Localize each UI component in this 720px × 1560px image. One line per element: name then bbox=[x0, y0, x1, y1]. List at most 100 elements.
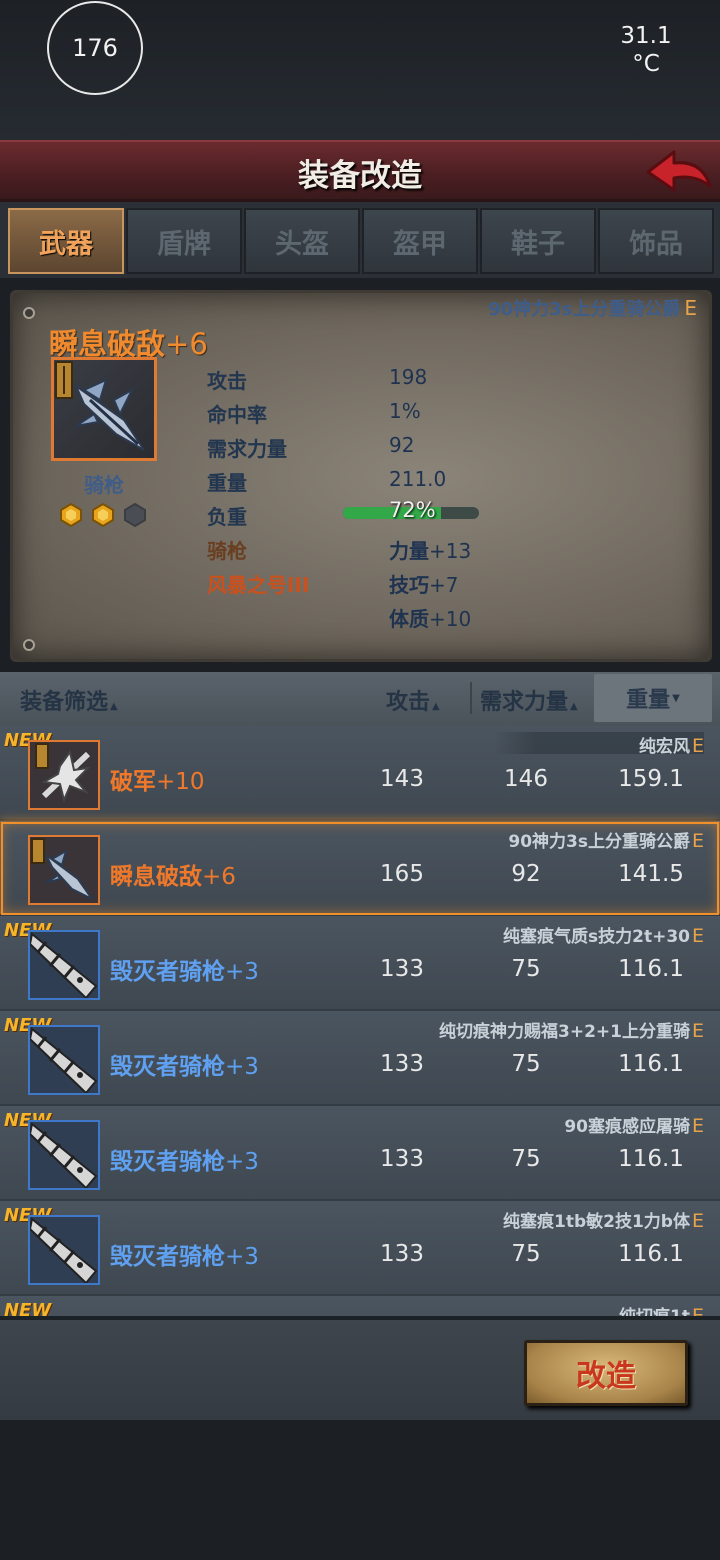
rivet-icon bbox=[23, 639, 35, 651]
item-name-text: 毁灭者骑枪 bbox=[110, 1149, 225, 1175]
item-detail-panel: 90神力3s上分重骑公爵 E 瞬息破敌+6 骑枪 攻击 198 命中率 1% 需求… bbox=[10, 290, 712, 662]
new-badge: NEW bbox=[4, 1300, 52, 1316]
item-thumbnail bbox=[28, 1025, 100, 1095]
list-item[interactable]: 90塞痕感应屠骑E NEW 毁灭者骑枪+3 133 75 116.1 bbox=[0, 1106, 720, 1201]
modify-button[interactable]: 改造 bbox=[524, 1340, 688, 1406]
list-item-selected[interactable]: 90神力3s上分重骑公爵 E 瞬息破敌+6 165 92 141.5 bbox=[0, 821, 720, 916]
weapon-type: 骑枪 bbox=[84, 473, 124, 497]
item-stamp: 90神力3s上分重骑公爵 E bbox=[488, 295, 697, 321]
list-item-partial[interactable]: 纯切痕1tE NEW bbox=[0, 1296, 720, 1316]
item-name: 毁灭者骑枪+3 bbox=[110, 1142, 259, 1176]
status-overlay: 176 31.1 °C bbox=[0, 0, 720, 140]
gem-filled-icon bbox=[60, 503, 82, 527]
stat-label-load: 负重 bbox=[207, 505, 247, 529]
item-weight: 116.1 bbox=[618, 1051, 684, 1077]
tab-accessory[interactable]: 饰品 bbox=[598, 208, 714, 274]
bonus-name: 技巧 bbox=[389, 573, 429, 597]
attack-sort-button[interactable]: 攻击 ▲ bbox=[386, 684, 440, 716]
equipment-list[interactable]: 纯宏风E NEW 破军+10 143 146 159.1 90神力3s上分重骑公… bbox=[0, 726, 720, 1316]
item-plus: +3 bbox=[225, 1054, 259, 1080]
stat-label-attack: 攻击 bbox=[207, 369, 247, 393]
item-stamp-text: 90神力3s上分重骑公爵 bbox=[508, 832, 690, 852]
item-rank: E bbox=[691, 830, 704, 852]
item-attack: 133 bbox=[380, 1051, 424, 1077]
item-name: 毁灭者骑枪+3 bbox=[110, 952, 259, 986]
sort-down-icon: ▼ bbox=[672, 692, 680, 704]
requirement-label: 需求力量 bbox=[480, 690, 569, 715]
destroyer-lance-icon bbox=[28, 1217, 98, 1285]
temperature-unit: °C bbox=[632, 51, 660, 77]
item-requirement: 75 bbox=[511, 1146, 541, 1172]
item-name-text: 瞬息破敌 bbox=[49, 327, 166, 361]
bonus-label-type: 骑枪 bbox=[207, 539, 247, 563]
bottom-bar: 改造 bbox=[0, 1316, 720, 1420]
temperature-readout: 31.1 °C bbox=[606, 22, 686, 78]
divider bbox=[470, 682, 472, 714]
page-title: 装备改造 bbox=[298, 158, 422, 194]
tab-weapon[interactable]: 武器 bbox=[8, 208, 124, 274]
item-stamp: 纯宏风 E bbox=[639, 732, 704, 757]
back-button[interactable] bbox=[644, 146, 714, 198]
tab-boots[interactable]: 鞋子 bbox=[480, 208, 596, 274]
item-name-text: 毁灭者骑枪 bbox=[110, 959, 225, 985]
item-plus: +10 bbox=[156, 769, 205, 795]
item-weight: 116.1 bbox=[618, 1241, 684, 1267]
item-rank: E bbox=[691, 1305, 704, 1316]
item-name-text: 毁灭者骑枪 bbox=[110, 1244, 225, 1270]
stat-value-load: 72% bbox=[389, 498, 436, 522]
back-arrow-icon bbox=[646, 150, 712, 192]
weight-sort-button[interactable]: 重量 ▼ bbox=[594, 674, 712, 722]
item-stamp-text: 纯宏风 bbox=[638, 737, 690, 757]
stat-value-weight: 211.0 bbox=[389, 467, 447, 491]
stat-value-attack: 198 bbox=[389, 365, 428, 389]
item-requirement: 146 bbox=[504, 766, 548, 792]
item-thumbnail bbox=[28, 1120, 100, 1190]
category-tabs: 武器 盾牌 头盔 盔甲 鞋子 饰品 bbox=[0, 202, 720, 278]
temperature-value: 31.1 bbox=[620, 23, 672, 49]
bonus-label-enchant: 风暴之号III bbox=[207, 573, 310, 597]
destroyer-lance-icon bbox=[28, 1027, 98, 1095]
item-attack: 133 bbox=[380, 956, 424, 982]
item-stamp-text: 90神力3s上分重骑公爵 bbox=[488, 299, 681, 320]
item-requirement: 75 bbox=[511, 956, 541, 982]
tab-shield[interactable]: 盾牌 bbox=[126, 208, 242, 274]
item-attack: 133 bbox=[380, 1146, 424, 1172]
tab-armor[interactable]: 盔甲 bbox=[362, 208, 478, 274]
list-header: 装备筛选 ▲ 攻击 ▲ 需求力量 ▲ 重量 ▼ bbox=[0, 672, 720, 726]
requirement-sort-button[interactable]: 需求力量 ▲ bbox=[480, 684, 578, 716]
weapon-image bbox=[51, 357, 157, 461]
item-rank: E bbox=[691, 1210, 704, 1232]
item-stamp: 90神力3s上分重骑公爵 E bbox=[508, 827, 704, 852]
list-item[interactable]: 纯切痕神力赐福3+2+1上分重骑E NEW 毁灭者骑枪+3 133 75 116… bbox=[0, 1011, 720, 1106]
item-weight: 141.5 bbox=[618, 861, 684, 887]
list-item[interactable]: 纯塞痕1tb敏2技1力b体E NEW 毁灭者骑枪+3 133 75 116.1 bbox=[0, 1201, 720, 1296]
list-item[interactable]: 纯宏风E NEW 破军+10 143 146 159.1 bbox=[0, 726, 720, 821]
item-attack: 143 bbox=[380, 766, 424, 792]
fps-counter: 176 bbox=[47, 1, 143, 95]
item-attack: 165 bbox=[380, 861, 424, 887]
item-thumbnail bbox=[28, 835, 100, 905]
gem-empty-icon bbox=[124, 503, 146, 527]
item-rank: E bbox=[691, 925, 704, 947]
item-stamp-text: 纯塞痕气质s技力2t+30 bbox=[503, 927, 690, 947]
item-plus: +3 bbox=[225, 1149, 259, 1175]
list-item[interactable]: 纯塞痕气质s技力2t+30E NEW 毁灭者骑枪+3 133 75 116.1 bbox=[0, 916, 720, 1011]
item-name-text: 破军 bbox=[110, 769, 156, 795]
item-stamp: 纯塞痕气质s技力2t+30 E bbox=[503, 922, 704, 947]
item-stamp: 纯塞痕1tb敏2技1力b体 E bbox=[503, 1207, 704, 1232]
item-rank: E bbox=[691, 735, 704, 757]
item-name: 瞬息破敌+6 bbox=[110, 857, 236, 891]
gem-filled-icon bbox=[92, 503, 114, 527]
page-header: 装备改造 bbox=[0, 140, 720, 202]
filter-label: 装备筛选 bbox=[20, 690, 109, 715]
bonus-amount: +7 bbox=[429, 573, 459, 597]
tab-helmet[interactable]: 头盔 bbox=[244, 208, 360, 274]
sort-up-icon: ▲ bbox=[110, 701, 118, 712]
stat-value-hit-rate: 1% bbox=[389, 399, 421, 423]
filter-sort-button[interactable]: 装备筛选 ▲ bbox=[20, 684, 118, 716]
item-plus: +3 bbox=[225, 959, 259, 985]
stat-label-requirement: 需求力量 bbox=[207, 437, 287, 461]
item-stamp-text: 纯切痕1t bbox=[619, 1307, 690, 1316]
item-name-text: 瞬息破敌 bbox=[110, 864, 202, 890]
item-thumbnail bbox=[28, 740, 100, 810]
